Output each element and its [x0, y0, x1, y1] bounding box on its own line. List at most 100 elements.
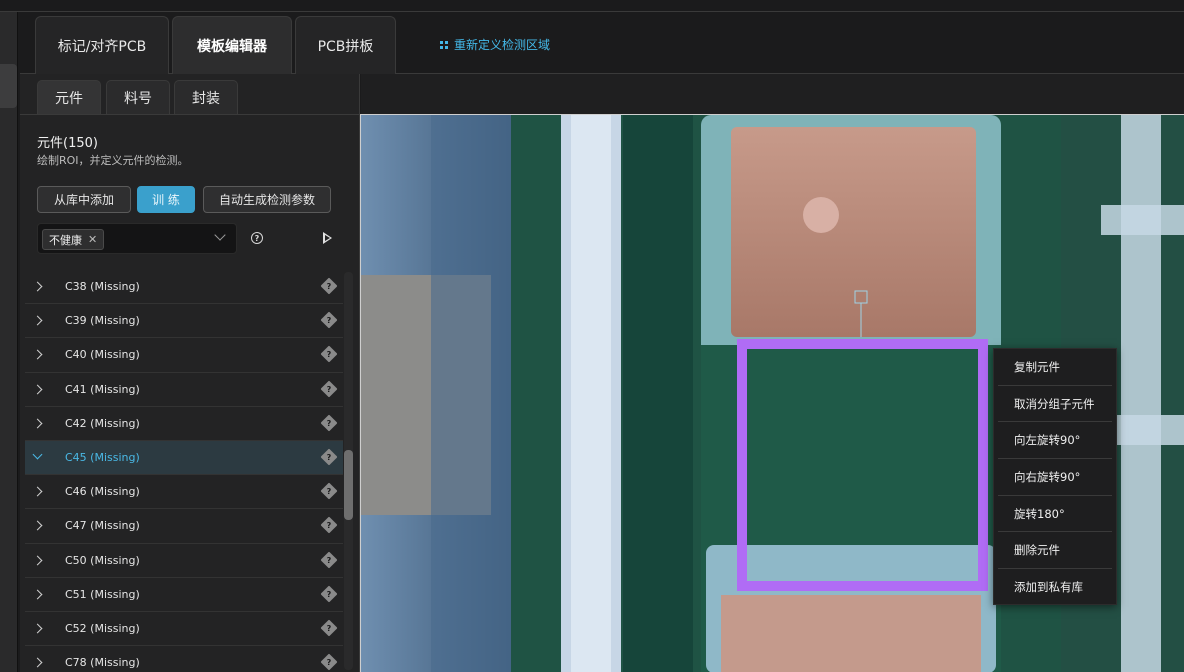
unknown-glyph-icon: ?	[320, 380, 338, 398]
context-menu: 复制元件 取消分组子元件 向左旋转90° 向右旋转90° 旋转180° 删除元件…	[993, 348, 1117, 605]
rail-handle[interactable]	[0, 64, 17, 108]
unknown-glyph-icon: ?	[320, 585, 338, 603]
redefine-region-label: 重新定义检测区域	[454, 38, 551, 52]
item-label: C46 (Missing)	[65, 485, 140, 499]
list-item[interactable]: C42 (Missing)?	[25, 407, 343, 441]
menu-item-label: 取消分组子元件	[1014, 396, 1095, 411]
unknown-glyph-icon: ?	[320, 345, 338, 363]
menu-item-delete-component[interactable]: 删除元件	[998, 532, 1112, 570]
chevron-right-icon[interactable]	[32, 623, 43, 634]
chevron-down-icon[interactable]	[32, 449, 43, 460]
chevron-right-icon[interactable]	[32, 589, 43, 600]
list-item[interactable]: C41 (Missing)?	[25, 373, 343, 407]
item-label: C52 (Missing)	[65, 621, 140, 635]
chip-label: 不健康	[49, 233, 82, 247]
menu-item-label: 删除元件	[1014, 543, 1060, 558]
subtab-package[interactable]: 封装	[174, 80, 238, 114]
list-item[interactable]: C47 (Missing)?	[25, 509, 343, 544]
menu-item-ungroup-subcomponents[interactable]: 取消分组子元件	[998, 386, 1112, 423]
window-top-edge	[0, 0, 1184, 12]
chevron-right-icon[interactable]	[32, 520, 43, 531]
filter-chip-unhealthy: 不健康 ✕	[42, 229, 105, 250]
list-item-selected[interactable]: C45 (Missing)?	[25, 440, 343, 476]
menu-item-label: 向右旋转90°	[1014, 469, 1081, 484]
menu-item-label: 旋转180°	[1014, 506, 1065, 521]
unknown-glyph-icon: ?	[320, 482, 338, 500]
menu-item-copy-component[interactable]: 复制元件	[998, 349, 1112, 386]
menu-item-rotate-180[interactable]: 旋转180°	[998, 496, 1112, 533]
components-title: 元件(150)	[37, 136, 98, 151]
component-panel: 元件 料号 封装 元件(150) 绘制ROI，并定义元件的检测。 从库中添加 训…	[20, 74, 360, 672]
chevron-right-icon[interactable]	[32, 281, 43, 292]
components-description: 绘制ROI，并定义元件的检测。	[37, 154, 189, 167]
status-filter-select[interactable]: 不健康 ✕	[37, 223, 237, 254]
button-label: 训 练	[152, 193, 180, 207]
tab-label: 标记/对齐PCB	[57, 38, 147, 55]
item-label: C41 (Missing)	[65, 382, 140, 396]
subtab-label: 封装	[192, 90, 220, 107]
canvas-toolbar-area	[361, 74, 1184, 114]
subtab-label: 料号	[124, 90, 152, 107]
item-label: C50 (Missing)	[65, 553, 140, 567]
auto-generate-params-button[interactable]: 自动生成检测参数	[203, 186, 331, 213]
chevron-right-icon[interactable]	[32, 657, 43, 668]
unknown-glyph-icon: ?	[320, 653, 338, 671]
list-item[interactable]: C40 (Missing)?	[25, 338, 343, 373]
tab-template-editor[interactable]: 模板编辑器	[172, 16, 292, 74]
grid-icon	[440, 40, 448, 49]
menu-item-label: 添加到私有库	[1014, 580, 1083, 595]
chevron-right-icon[interactable]	[32, 349, 43, 360]
train-button[interactable]: 训 练	[137, 186, 195, 213]
subtab-components[interactable]: 元件	[37, 80, 101, 114]
chevron-down-icon[interactable]	[214, 229, 226, 241]
list-item[interactable]: C51 (Missing)?	[25, 578, 343, 612]
help-circle-icon[interactable]: ?	[251, 232, 263, 244]
unknown-glyph-icon: ?	[320, 448, 338, 466]
list-item[interactable]: C39 (Missing)?	[25, 304, 343, 339]
menu-item-label: 复制元件	[1014, 359, 1060, 374]
header-tab-bar: 标记/对齐PCB 模板编辑器 PCB拼板 重新定义检测区域	[20, 12, 1184, 74]
menu-item-label: 向左旋转90°	[1014, 433, 1081, 448]
app-window: 标记/对齐PCB 模板编辑器 PCB拼板 重新定义检测区域 元件 料号 封装 元…	[0, 0, 1184, 672]
list-item[interactable]: C50 (Missing)?	[25, 544, 343, 578]
item-label: C42 (Missing)	[65, 416, 140, 430]
list-item[interactable]: C78 (Missing)?	[25, 646, 343, 672]
left-rail	[0, 12, 18, 672]
subtab-divider	[20, 114, 360, 115]
roi-rectangle[interactable]	[737, 339, 988, 591]
chevron-right-icon[interactable]	[32, 418, 43, 429]
unknown-glyph-icon: ?	[320, 516, 338, 534]
button-label: 自动生成检测参数	[218, 193, 315, 207]
chevron-right-icon[interactable]	[32, 315, 43, 326]
unknown-glyph-icon: ?	[320, 277, 338, 295]
item-label: C45 (Missing)	[65, 451, 140, 465]
tab-mark-align-pcb[interactable]: 标记/对齐PCB	[35, 16, 169, 74]
item-label: C51 (Missing)	[65, 587, 140, 601]
menu-item-rotate-right[interactable]: 向右旋转90°	[998, 459, 1112, 496]
item-label: C40 (Missing)	[65, 348, 140, 362]
list-scrollbar[interactable]	[344, 272, 353, 670]
chevron-right-icon[interactable]	[32, 384, 43, 395]
item-label: C38 (Missing)	[65, 280, 140, 294]
tab-label: PCB拼板	[317, 38, 374, 55]
list-item[interactable]: C52 (Missing)?	[25, 612, 343, 647]
item-label: C39 (Missing)	[65, 314, 140, 328]
menu-item-rotate-left[interactable]: 向左旋转90°	[998, 422, 1112, 460]
list-item[interactable]: C46 (Missing)?	[25, 475, 343, 510]
tab-pcb-panelize[interactable]: PCB拼板	[295, 16, 396, 74]
item-label: C78 (Missing)	[65, 656, 140, 670]
redefine-region-link[interactable]: 重新定义检测区域	[440, 36, 550, 53]
subtab-part-number[interactable]: 料号	[106, 80, 170, 114]
list-item[interactable]: C38 (Missing)?	[25, 270, 343, 305]
scrollbar-thumb[interactable]	[344, 450, 353, 520]
play-icon[interactable]	[323, 232, 332, 244]
add-from-library-button[interactable]: 从库中添加	[37, 186, 131, 213]
chevron-right-icon[interactable]	[32, 555, 43, 565]
unknown-glyph-icon: ?	[320, 551, 338, 568]
button-label: 从库中添加	[53, 193, 114, 207]
unknown-glyph-icon: ?	[320, 619, 338, 637]
item-label: C47 (Missing)	[65, 519, 140, 533]
close-icon[interactable]: ✕	[88, 233, 97, 246]
chevron-right-icon[interactable]	[32, 486, 43, 497]
menu-item-add-to-private-library[interactable]: 添加到私有库	[998, 569, 1112, 606]
